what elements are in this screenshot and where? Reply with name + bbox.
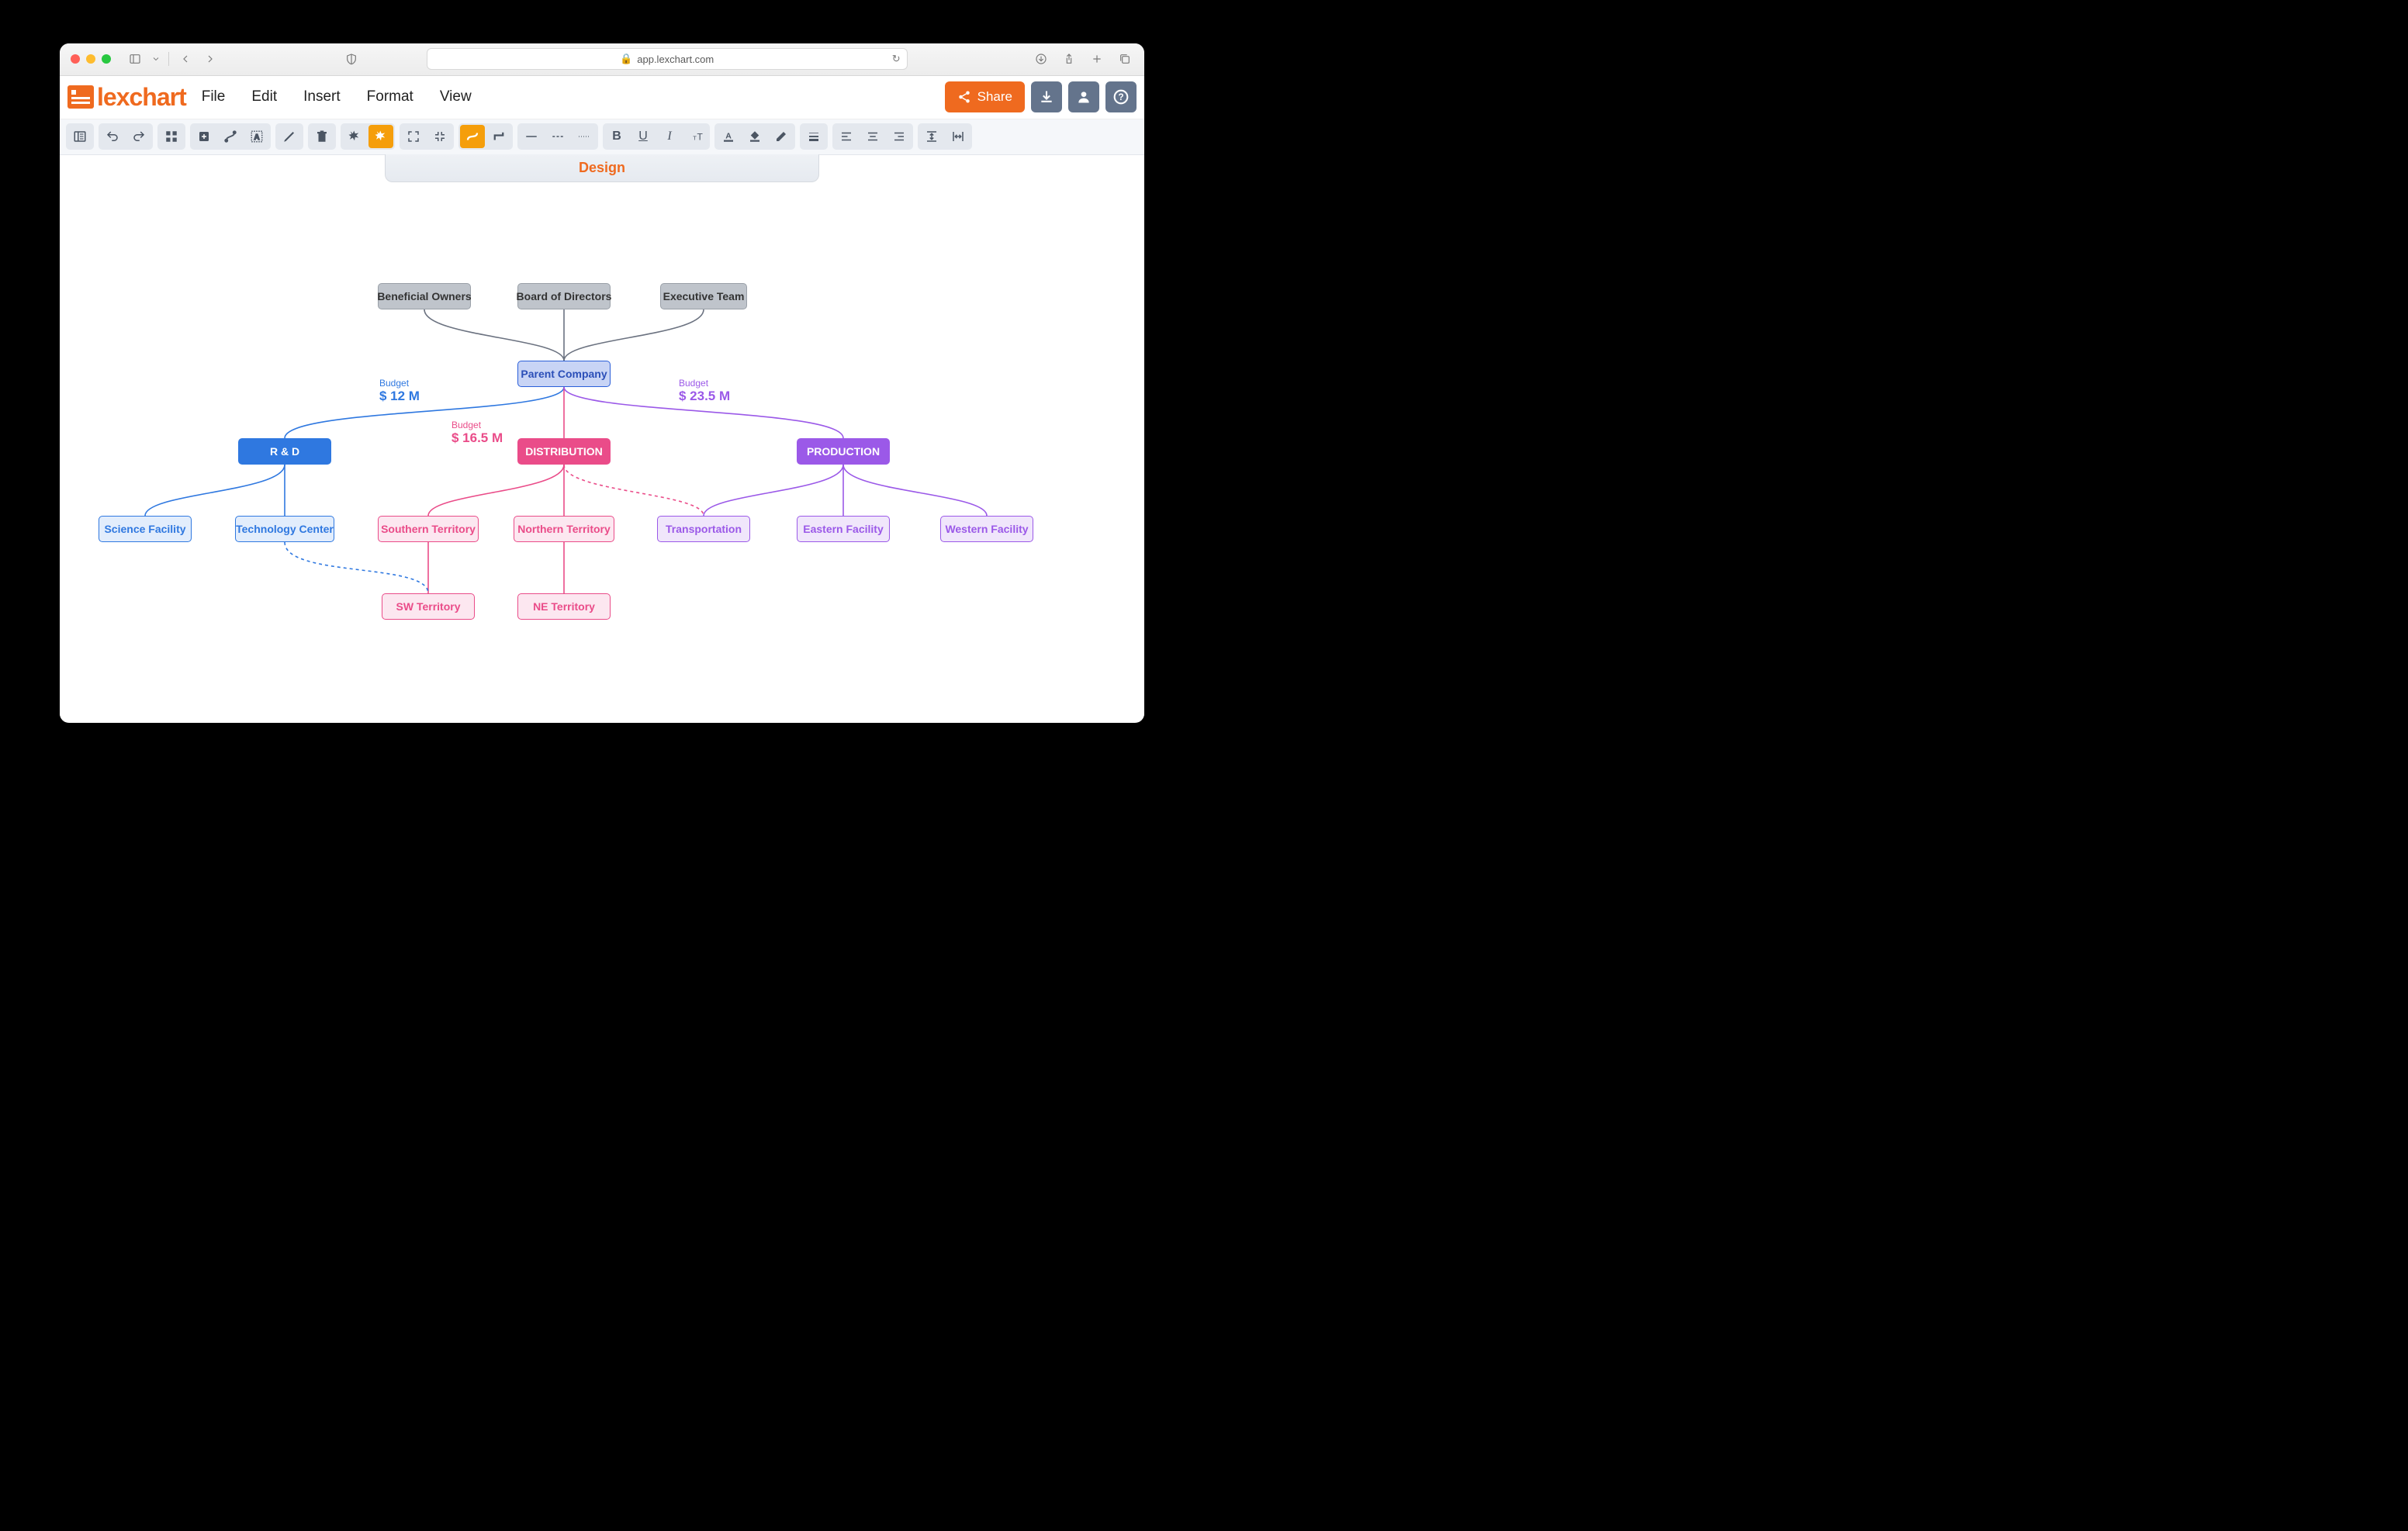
node-east[interactable]: Eastern Facility xyxy=(797,516,890,542)
elbow-connector-button[interactable] xyxy=(486,125,511,148)
collapse-button[interactable] xyxy=(427,125,452,148)
node-science[interactable]: Science Facility xyxy=(99,516,192,542)
svg-text:?: ? xyxy=(1118,92,1123,102)
node-parent[interactable]: Parent Company xyxy=(517,361,611,387)
browser-toolbar: 🔒 app.lexchart.com ↻ xyxy=(60,43,1144,76)
node-ne[interactable]: NE Territory xyxy=(517,593,611,620)
auto-layout-button[interactable] xyxy=(342,125,367,148)
italic-button[interactable]: I xyxy=(657,125,682,148)
node-south[interactable]: Southern Territory xyxy=(378,516,479,542)
maximize-window-icon[interactable] xyxy=(102,54,111,64)
chevron-down-icon[interactable] xyxy=(151,50,161,67)
node-tech[interactable]: Technology Center xyxy=(235,516,334,542)
border-color-button[interactable] xyxy=(769,125,794,148)
app-logo[interactable]: lexchart xyxy=(67,83,186,112)
main-menu: File Edit Insert Format View xyxy=(202,88,472,105)
share-label: Share xyxy=(977,89,1012,105)
horizontal-spacing-button[interactable] xyxy=(946,125,970,148)
minimize-window-icon[interactable] xyxy=(86,54,95,64)
logo-mark-icon xyxy=(67,85,94,109)
format-toolbar: A B U I TT A xyxy=(60,119,1144,155)
menu-insert[interactable]: Insert xyxy=(303,88,341,105)
budget-rd: Budget$ 12 M xyxy=(379,378,420,404)
separator xyxy=(168,52,169,66)
download-icon xyxy=(1039,89,1054,105)
text-size-button[interactable]: TT xyxy=(683,125,708,148)
align-center-button[interactable] xyxy=(860,125,885,148)
diagram-canvas[interactable]: Beneficial Owners Board of Directors Exe… xyxy=(60,182,1144,722)
budget-dist: Budget$ 16.5 M xyxy=(452,420,503,446)
line-dotted-button[interactable] xyxy=(572,125,597,148)
address-bar[interactable]: 🔒 app.lexchart.com ↻ xyxy=(427,48,908,70)
menu-edit[interactable]: Edit xyxy=(251,88,277,105)
node-sw[interactable]: SW Territory xyxy=(382,593,475,620)
node-dist[interactable]: DISTRIBUTION xyxy=(517,438,611,465)
undo-button[interactable] xyxy=(100,125,125,148)
tab-label: Design xyxy=(579,160,625,176)
node-board[interactable]: Board of Directors xyxy=(517,283,611,309)
shield-icon[interactable] xyxy=(343,50,360,67)
svg-text:A: A xyxy=(725,131,732,140)
download-button[interactable] xyxy=(1031,81,1062,112)
add-text-button[interactable]: A xyxy=(244,125,269,148)
window-controls xyxy=(71,54,111,64)
close-window-icon[interactable] xyxy=(71,54,80,64)
select-all-button[interactable] xyxy=(159,125,184,148)
user-icon xyxy=(1076,89,1092,105)
node-north[interactable]: Northern Territory xyxy=(514,516,614,542)
underline-button[interactable]: U xyxy=(631,125,656,148)
smart-layout-button[interactable] xyxy=(368,125,393,148)
node-prod[interactable]: PRODUCTION xyxy=(797,438,890,465)
menu-view[interactable]: View xyxy=(440,88,472,105)
add-node-button[interactable] xyxy=(192,125,216,148)
tab-design[interactable]: Design xyxy=(385,154,819,182)
vertical-spacing-button[interactable] xyxy=(919,125,944,148)
node-transport[interactable]: Transportation xyxy=(657,516,750,542)
downloads-icon[interactable] xyxy=(1033,50,1050,67)
tabs-icon[interactable] xyxy=(1116,50,1133,67)
tab-strip: Design xyxy=(60,155,1144,182)
line-thickness-button[interactable] xyxy=(801,125,826,148)
expand-button[interactable] xyxy=(401,125,426,148)
svg-text:T: T xyxy=(693,135,697,142)
fill-color-button[interactable] xyxy=(742,125,767,148)
svg-text:A: A xyxy=(254,133,259,142)
bold-button[interactable]: B xyxy=(604,125,629,148)
browser-window: 🔒 app.lexchart.com ↻ lexchart File Edit … xyxy=(60,43,1144,723)
menu-file[interactable]: File xyxy=(202,88,226,105)
edit-button[interactable] xyxy=(277,125,302,148)
help-button[interactable]: ? xyxy=(1105,81,1137,112)
menu-format[interactable]: Format xyxy=(367,88,413,105)
line-dashed-button[interactable] xyxy=(545,125,570,148)
node-rd[interactable]: R & D xyxy=(238,438,331,465)
curved-connector-button[interactable] xyxy=(460,125,485,148)
line-solid-button[interactable] xyxy=(519,125,544,148)
back-button[interactable] xyxy=(177,50,194,67)
budget-prod: Budget$ 23.5 M xyxy=(679,378,730,404)
new-tab-icon[interactable] xyxy=(1088,50,1105,67)
refresh-icon[interactable]: ↻ xyxy=(892,53,901,65)
node-west[interactable]: Western Facility xyxy=(940,516,1033,542)
node-exec[interactable]: Executive Team xyxy=(660,283,747,309)
logo-text: lexchart xyxy=(97,83,186,112)
delete-button[interactable] xyxy=(310,125,334,148)
node-owners[interactable]: Beneficial Owners xyxy=(378,283,471,309)
account-button[interactable] xyxy=(1068,81,1099,112)
align-right-button[interactable] xyxy=(887,125,912,148)
sidebar-toggle-icon[interactable] xyxy=(126,50,144,67)
redo-button[interactable] xyxy=(126,125,151,148)
share-button[interactable]: Share xyxy=(945,81,1025,112)
lock-icon: 🔒 xyxy=(620,53,632,65)
align-left-button[interactable] xyxy=(834,125,859,148)
outline-panel-button[interactable] xyxy=(67,125,92,148)
text-color-button[interactable]: A xyxy=(716,125,741,148)
app-header: lexchart File Edit Insert Format View Sh… xyxy=(60,76,1144,119)
url-text: app.lexchart.com xyxy=(637,54,714,65)
question-icon: ? xyxy=(1113,89,1129,105)
forward-button[interactable] xyxy=(202,50,219,67)
add-connector-button[interactable] xyxy=(218,125,243,148)
share-nodes-icon xyxy=(957,90,971,104)
svg-text:T: T xyxy=(697,132,704,143)
share-icon[interactable] xyxy=(1060,50,1078,67)
